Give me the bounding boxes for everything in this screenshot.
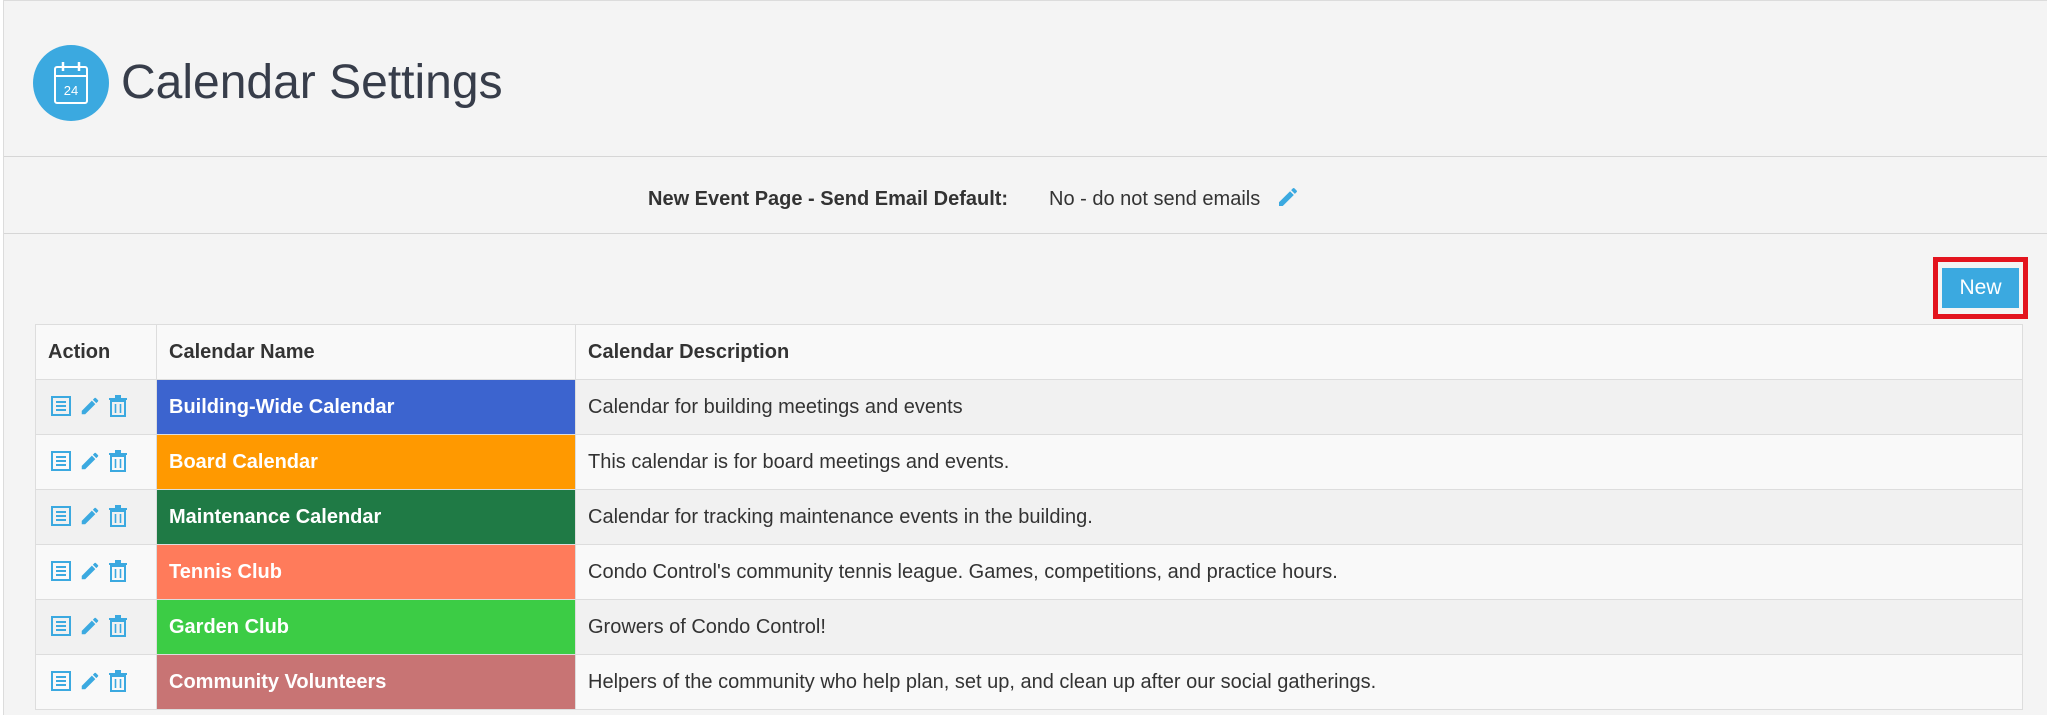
column-header-calendar-description[interactable]: Calendar Description [575, 324, 2023, 380]
calendar-description-cell: Calendar for tracking maintenance events… [575, 489, 2023, 545]
email-default-row: New Event Page - Send Email Default: No … [4, 158, 2047, 234]
table-row: Board Calendar This calendar is for board… [35, 434, 2023, 490]
trash-icon[interactable] [108, 615, 130, 639]
calendar-name-cell: Board Calendar [156, 434, 576, 490]
new-button-highlight: New [1933, 257, 2028, 319]
column-header-action[interactable]: Action [35, 324, 157, 380]
calendar-description-cell: Condo Control's community tennis league.… [575, 544, 2023, 600]
list-icon[interactable] [50, 615, 72, 639]
calendar-name-cell: Community Volunteers [156, 654, 576, 710]
page-title: Calendar Settings [121, 56, 503, 109]
pencil-icon[interactable] [79, 505, 101, 529]
table-row: Tennis Club Condo Control's community ten… [35, 544, 2023, 600]
list-icon[interactable] [50, 560, 72, 584]
calendar-description-cell: Growers of Condo Control! [575, 599, 2023, 655]
calendar-name-cell: Building-Wide Calendar [156, 379, 576, 435]
email-default-value: No - do not send emails [1049, 188, 1261, 210]
column-header-calendar-name[interactable]: Calendar Name [156, 324, 576, 380]
table-row: Garden Club Growers of Condo Control! [35, 599, 2023, 655]
calendar-icon-day: 24 [64, 83, 78, 98]
calendar-settings-panel: 24 Calendar Settings New Event Page - Se… [3, 0, 2047, 715]
pencil-icon[interactable] [79, 450, 101, 474]
pencil-icon[interactable] [79, 395, 101, 419]
row-actions [35, 654, 157, 710]
list-icon[interactable] [50, 450, 72, 474]
calendar-name-cell: Garden Club [156, 599, 576, 655]
email-default-label: New Event Page - Send Email Default: [648, 188, 1009, 210]
pencil-icon[interactable] [79, 670, 101, 694]
trash-icon[interactable] [108, 450, 130, 474]
pencil-icon[interactable] [79, 615, 101, 639]
calendar-name-cell: Tennis Club [156, 544, 576, 600]
table-row: Building-Wide Calendar Calendar for build… [35, 379, 2023, 435]
calendar-description-cell: Calendar for building meetings and event… [575, 379, 2023, 435]
calendar-table: Action Calendar Name Calendar Descriptio… [35, 324, 2023, 710]
trash-icon[interactable] [108, 505, 130, 529]
table-row: Maintenance Calendar Calendar for trackin… [35, 489, 2023, 545]
new-button[interactable]: New [1942, 268, 2019, 308]
pencil-icon[interactable] [79, 560, 101, 584]
table-header-row: Action Calendar Name Calendar Descriptio… [35, 324, 2023, 380]
row-actions [35, 544, 157, 600]
calendar-name-cell: Maintenance Calendar [156, 489, 576, 545]
row-actions [35, 379, 157, 435]
page-header: 24 Calendar Settings [4, 1, 2047, 157]
calendar-description-cell: This calendar is for board meetings and … [575, 434, 2023, 490]
row-actions [35, 489, 157, 545]
row-actions [35, 434, 157, 490]
row-actions [35, 599, 157, 655]
trash-icon[interactable] [108, 670, 130, 694]
pencil-icon[interactable] [1276, 185, 1300, 214]
table-row: Community Volunteers Helpers of the commu… [35, 654, 2023, 710]
list-icon[interactable] [50, 670, 72, 694]
trash-icon[interactable] [108, 395, 130, 419]
calendar-description-cell: Helpers of the community who help plan, … [575, 654, 2023, 710]
list-icon[interactable] [50, 395, 72, 419]
calendar-icon: 24 [33, 45, 109, 121]
list-icon[interactable] [50, 505, 72, 529]
trash-icon[interactable] [108, 560, 130, 584]
